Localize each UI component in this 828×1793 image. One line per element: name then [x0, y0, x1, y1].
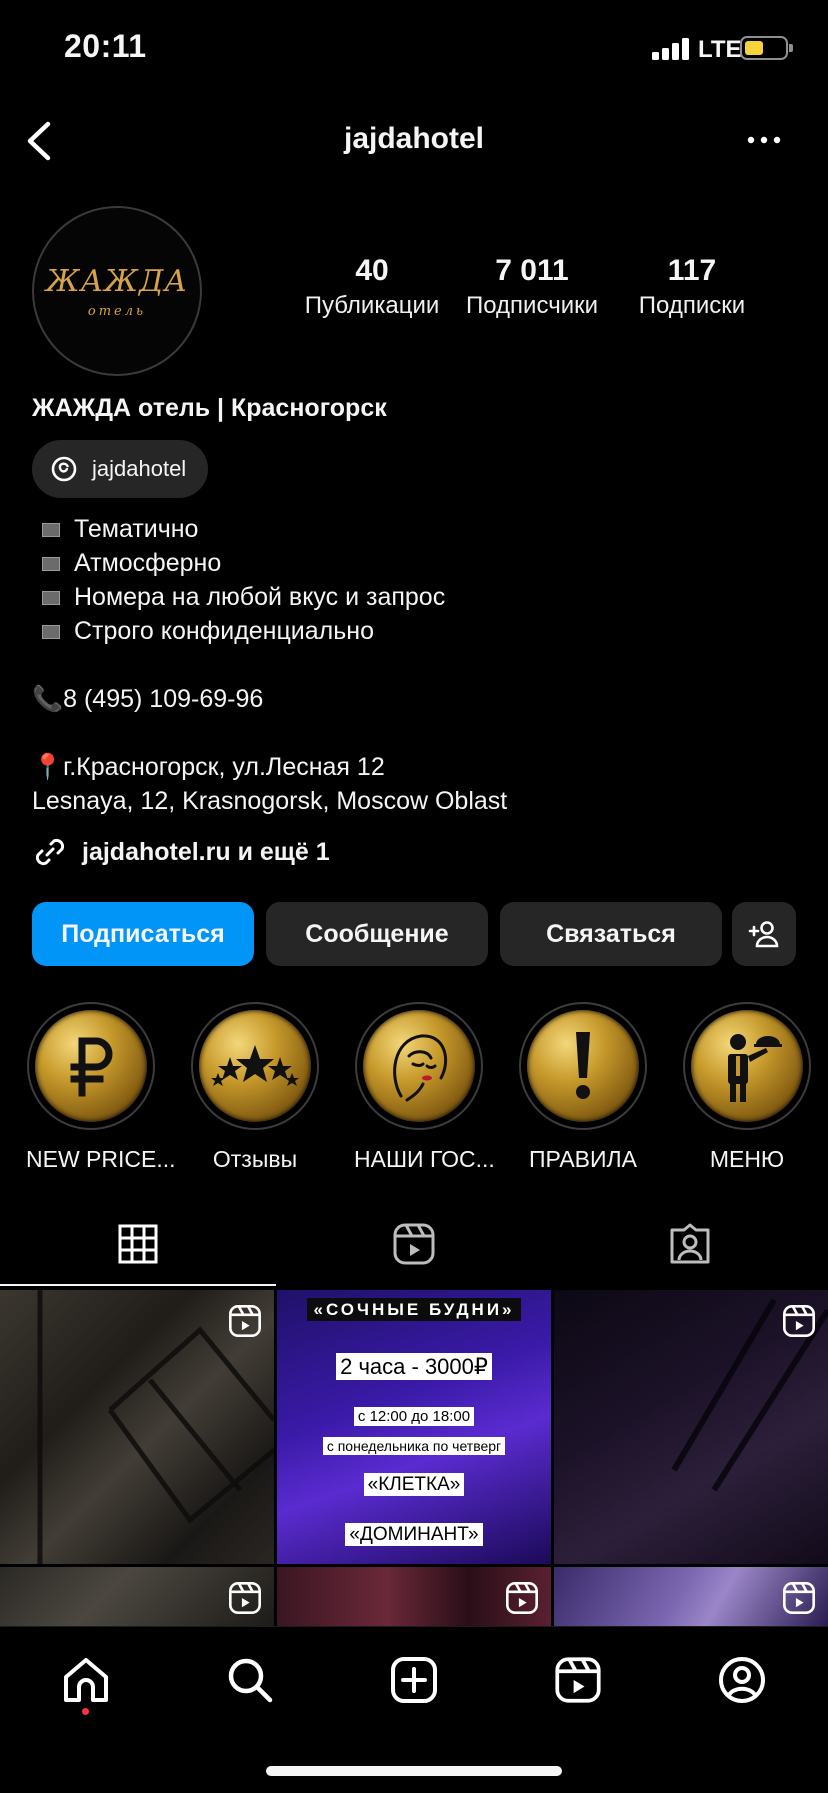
bio-address-english[interactable]: Lesnaya, 12, Krasnogorsk, Moscow Oblast	[32, 784, 507, 818]
grid-icon	[118, 1224, 158, 1264]
bio-line: Строго конфиденциально	[32, 614, 374, 648]
black-square-icon	[42, 591, 60, 606]
highlight-label: ПРАВИЛА	[529, 1146, 637, 1172]
highlight-reviews[interactable]: Отзывы	[190, 1002, 320, 1173]
post-thumbnail-reel[interactable]	[0, 1290, 274, 1564]
nav-reels[interactable]	[548, 1650, 608, 1710]
stat-following-label: Подписки	[638, 292, 746, 319]
stat-followers-label: Подписчики	[465, 292, 599, 319]
post-thumbnail-reel[interactable]	[0, 1567, 274, 1627]
profile-display-name: ЖАЖДА отель | Красногорск	[32, 394, 387, 422]
stat-following-number: 117	[667, 254, 717, 287]
stat-followers-number: 7 011	[495, 254, 569, 287]
black-square-icon	[42, 625, 60, 640]
profile-link[interactable]: jajdahotel.ru и ещё 1	[32, 834, 330, 870]
waiter-icon	[691, 1010, 803, 1122]
stat-followers[interactable]: 7 011 Подписчики	[452, 254, 612, 320]
network-type: LTE	[698, 36, 742, 63]
stat-following[interactable]: 117 Подписки	[612, 254, 772, 320]
tab-active-indicator	[0, 1284, 276, 1286]
signal-icon	[652, 38, 692, 60]
promo-days: с понедельника по четверг	[322, 1437, 506, 1455]
bio-line: Атмосферно	[32, 546, 221, 580]
tab-posts-grid[interactable]	[0, 1206, 276, 1282]
promo-room: «КЛЕТКА»	[363, 1473, 465, 1496]
threads-handle: jajdahotel	[92, 456, 187, 481]
more-options-icon[interactable]	[746, 128, 782, 152]
promo-room: «ДОМИНАНТ»	[345, 1523, 483, 1546]
search-icon	[225, 1655, 275, 1705]
home-indicator	[266, 1766, 562, 1776]
ruble-icon	[35, 1010, 147, 1122]
highlight-menu[interactable]: МЕНЮ	[682, 1002, 812, 1173]
highlight-label: НАШИ ГОС...	[354, 1146, 495, 1172]
highlight-label: NEW PRICE...	[26, 1146, 176, 1172]
threads-badge[interactable]: jajdahotel	[32, 440, 209, 498]
link-icon	[32, 834, 68, 870]
bio-address: 📍г.Красногорск, ул.Лесная 12	[32, 753, 385, 781]
woman-face-icon	[363, 1010, 475, 1122]
black-square-icon	[42, 523, 60, 538]
highlight-label: МЕНЮ	[709, 1146, 785, 1172]
notification-dot	[82, 1708, 89, 1715]
nav-create[interactable]	[384, 1650, 444, 1710]
reel-badge-icon	[782, 1581, 816, 1615]
tagged-person-icon	[668, 1222, 712, 1266]
reel-badge-icon	[228, 1581, 262, 1615]
post-thumbnail-reel[interactable]	[554, 1290, 828, 1564]
promo-price: 2 часа - 3000₽	[336, 1353, 492, 1380]
nav-search[interactable]	[220, 1650, 280, 1710]
stars-icon	[199, 1010, 311, 1122]
bio-line: Номера на любой вкус и запрос	[32, 580, 445, 614]
status-time: 20:11	[64, 28, 147, 64]
tab-reels[interactable]	[276, 1206, 552, 1282]
avatar-wordmark: ЖАЖДА	[45, 264, 189, 299]
profile-avatar-icon	[717, 1655, 767, 1705]
promo-title: «СОЧНЫЕ БУДНИ»	[307, 1298, 521, 1321]
reel-badge-icon	[782, 1304, 816, 1338]
post-thumbnail-reel[interactable]	[277, 1567, 551, 1627]
message-button[interactable]: Сообщение	[266, 902, 488, 966]
threads-icon	[50, 455, 78, 483]
post-thumbnail-promo[interactable]: «СОЧНЫЕ БУДНИ» 2 часа - 3000₽ с 12:00 до…	[277, 1290, 551, 1564]
promo-time: с 12:00 до 18:00	[353, 1407, 475, 1426]
post-thumbnail-reel[interactable]	[554, 1567, 828, 1627]
add-user-icon	[748, 920, 780, 948]
contact-button[interactable]: Связаться	[500, 902, 722, 966]
nav-home[interactable]	[56, 1650, 116, 1710]
plus-square-icon	[390, 1656, 438, 1704]
black-square-icon	[42, 557, 60, 572]
exclamation-icon	[527, 1010, 639, 1122]
bio-line: Тематично	[32, 512, 198, 546]
battery-icon	[740, 36, 793, 60]
highlight-our-guests[interactable]: НАШИ ГОС...	[354, 1002, 495, 1173]
stat-posts-label: Публикации	[304, 292, 440, 319]
suggest-users-button[interactable]	[732, 902, 796, 966]
reels-icon	[554, 1656, 602, 1704]
profile-link-text: jajdahotel.ru и ещё 1	[82, 837, 330, 866]
tab-tagged[interactable]	[552, 1206, 828, 1282]
nav-profile[interactable]	[712, 1650, 772, 1710]
profile-username-title: jajdahotel	[343, 122, 485, 155]
reel-badge-icon	[505, 1581, 539, 1615]
stat-posts[interactable]: 40 Публикации	[292, 254, 452, 320]
avatar[interactable]: ЖАЖДА отель	[32, 206, 202, 376]
home-icon	[61, 1655, 111, 1705]
highlight-label: Отзывы	[212, 1146, 298, 1172]
highlight-new-price[interactable]: NEW PRICE...	[26, 1002, 176, 1173]
reels-icon	[392, 1222, 436, 1266]
avatar-subtitle: отель	[87, 304, 147, 319]
follow-button[interactable]: Подписаться	[32, 902, 254, 966]
highlight-rules[interactable]: ПРАВИЛА	[518, 1002, 648, 1173]
reel-badge-icon	[228, 1304, 262, 1338]
bio-phone[interactable]: 📞8 (495) 109-69-96	[32, 682, 263, 716]
stat-posts-number: 40	[355, 254, 389, 287]
